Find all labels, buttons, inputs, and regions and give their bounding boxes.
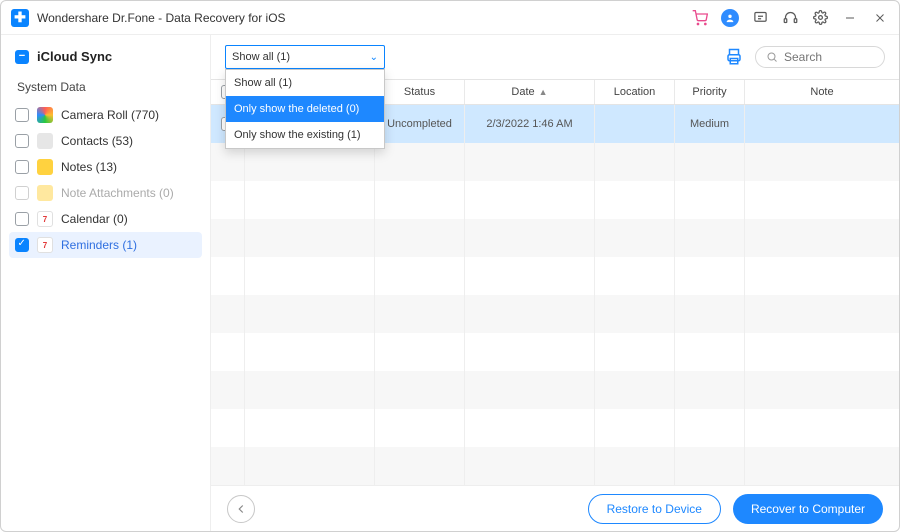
sidebar-item-label: Calendar (0) [61,212,196,226]
user-avatar-icon[interactable] [721,9,739,27]
cell-location [595,105,675,143]
table-row-empty [211,371,899,409]
app-logo: ✚ [11,9,29,27]
print-icon[interactable] [725,48,743,66]
chevron-down-icon: ⌄ [370,52,378,63]
search-input[interactable] [784,50,874,64]
col-priority[interactable]: Priority [675,80,745,104]
filter-dropdown-menu: Show all (1)Only show the deleted (0)Onl… [225,69,385,149]
sidebar-item-3[interactable]: Note Attachments (0) [9,180,202,206]
attach-icon [37,185,53,201]
cell-date: 2/3/2022 1:46 AM [465,105,595,143]
back-button[interactable] [227,495,255,523]
restore-to-device-button[interactable]: Restore to Device [588,494,721,524]
sidebar-item-4[interactable]: 7 Calendar (0) [9,206,202,232]
headset-icon[interactable] [781,9,799,27]
filter-option-1[interactable]: Only show the deleted (0) [226,96,384,122]
search-box[interactable] [755,46,885,68]
sidebar-checkbox[interactable] [15,212,29,226]
sidebar-header[interactable]: − iCloud Sync [9,45,202,68]
sidebar-checkbox[interactable] [15,134,29,148]
col-status[interactable]: Status [375,80,465,104]
sort-asc-icon: ▲ [539,87,548,97]
filter-selected-label: Show all (1) [232,51,290,63]
sidebar-checkbox[interactable] [15,186,29,200]
notes-icon [37,159,53,175]
contacts-icon [37,133,53,149]
cell-note [745,105,899,143]
table-row-empty [211,295,899,333]
window-title: Wondershare Dr.Fone - Data Recovery for … [37,11,691,25]
main-panel: Show all (1) ⌄ Show all (1)Only show the… [211,35,899,531]
sidebar: − iCloud Sync System Data Camera Roll (7… [1,35,211,531]
toolbar: Show all (1) ⌄ Show all (1)Only show the… [211,35,899,79]
cell-priority: Medium [675,105,745,143]
filter-dropdown[interactable]: Show all (1) ⌄ [225,45,385,69]
filter-option-0[interactable]: Show all (1) [226,70,384,96]
sidebar-item-label: Notes (13) [61,160,196,174]
shopping-cart-icon[interactable] [691,9,709,27]
sidebar-item-label: Camera Roll (770) [61,108,196,122]
cal-icon: 7 [37,211,53,227]
collapse-icon: − [15,50,29,64]
cal-icon: 7 [37,237,53,253]
titlebar: ✚ Wondershare Dr.Fone - Data Recovery fo… [1,1,899,35]
col-note[interactable]: Note [745,80,899,104]
sidebar-item-label: Reminders (1) [61,238,196,252]
sidebar-item-5[interactable]: 7 Reminders (1) [9,232,202,258]
sidebar-item-1[interactable]: Contacts (53) [9,128,202,154]
sidebar-section-label: System Data [9,74,202,96]
feedback-icon[interactable] [751,9,769,27]
table-row-empty [211,181,899,219]
settings-gear-icon[interactable] [811,9,829,27]
table-row-empty [211,447,899,485]
col-date[interactable]: Date▲ [465,80,595,104]
sidebar-checkbox[interactable] [15,160,29,174]
camera-icon [37,107,53,123]
sidebar-checkbox[interactable] [15,108,29,122]
table-row-empty [211,219,899,257]
cell-status: Uncompleted [375,105,465,143]
sidebar-item-2[interactable]: Notes (13) [9,154,202,180]
table-row-empty [211,333,899,371]
minimize-button[interactable] [841,9,859,27]
sidebar-header-label: iCloud Sync [37,49,112,64]
recover-to-computer-button[interactable]: Recover to Computer [733,494,883,524]
search-icon [766,51,778,63]
filter-option-2[interactable]: Only show the existing (1) [226,122,384,148]
footer: Restore to Device Recover to Computer [211,485,899,531]
sidebar-item-label: Note Attachments (0) [61,186,196,200]
table-row-empty [211,257,899,295]
col-location[interactable]: Location [595,80,675,104]
table-row-empty [211,409,899,447]
sidebar-item-label: Contacts (53) [61,134,196,148]
sidebar-checkbox[interactable] [15,238,29,252]
sidebar-item-0[interactable]: Camera Roll (770) [9,102,202,128]
close-button[interactable] [871,9,889,27]
